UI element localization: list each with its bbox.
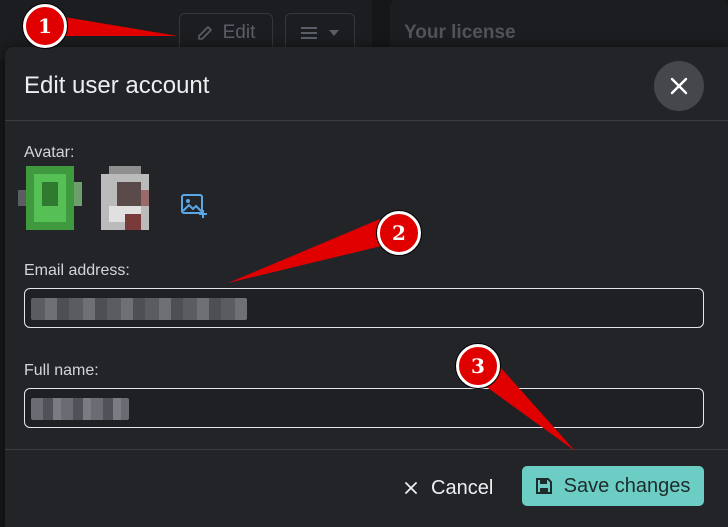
annotation-marker-3: 3 xyxy=(456,344,500,388)
fullname-label: Full name: xyxy=(24,362,99,379)
close-icon xyxy=(670,77,688,95)
pencil-icon xyxy=(197,26,212,40)
avatar-option-photo[interactable] xyxy=(93,166,157,230)
modal-header: Edit user account xyxy=(5,47,728,121)
email-field[interactable] xyxy=(24,288,704,328)
save-icon xyxy=(535,478,552,494)
modal-title: Edit user account xyxy=(24,72,210,99)
avatar-label: Avatar: xyxy=(24,144,75,161)
email-label: Email address: xyxy=(24,262,130,279)
edit-user-modal: Edit user account Avatar: Email address:… xyxy=(5,47,728,527)
cancel-button-label: Cancel xyxy=(431,476,494,499)
save-changes-button[interactable]: Save changes xyxy=(522,466,704,506)
hamburger-icon xyxy=(301,27,317,39)
fullname-field[interactable] xyxy=(24,388,704,428)
annotation-marker-2: 2 xyxy=(377,211,421,255)
license-title: Your license xyxy=(404,22,516,43)
save-button-label: Save changes xyxy=(563,474,691,497)
cancel-button[interactable]: Cancel xyxy=(405,475,493,501)
close-icon xyxy=(405,482,417,494)
edit-button-label: Edit xyxy=(222,22,256,43)
redacted-email xyxy=(31,298,247,320)
avatar-option-green[interactable] xyxy=(18,166,82,230)
upload-image-icon[interactable] xyxy=(179,191,209,221)
annotation-marker-1: 1 xyxy=(23,4,67,48)
close-button[interactable] xyxy=(654,61,704,111)
modal-footer: Cancel Save changes xyxy=(5,449,728,527)
redacted-fullname xyxy=(31,398,129,420)
caret-down-icon xyxy=(329,30,339,36)
